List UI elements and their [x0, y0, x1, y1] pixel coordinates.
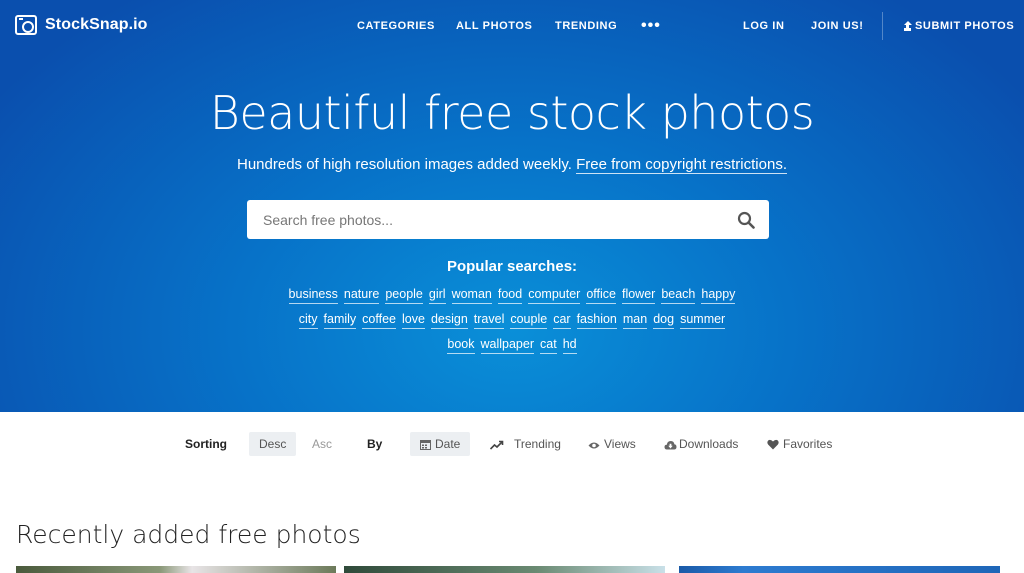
calendar-icon	[420, 440, 431, 450]
search-icon[interactable]	[737, 211, 755, 229]
sort-by-label: By	[367, 437, 383, 451]
nav-join[interactable]: JOIN US!	[811, 20, 863, 32]
nav-more-menu[interactable]: •••	[641, 17, 661, 35]
photo-thumbnail[interactable]	[16, 566, 336, 573]
nav-divider	[882, 12, 883, 40]
popular-tag-computer[interactable]: computer	[528, 287, 581, 304]
sort-trending-label: Trending	[514, 437, 561, 451]
sort-downloads-button[interactable]: Downloads	[654, 432, 748, 456]
sort-date-button[interactable]: Date	[410, 432, 471, 456]
camera-icon	[15, 15, 37, 35]
nav-categories[interactable]: CATEGORIES	[357, 20, 435, 32]
popular-tag-coffee[interactable]: coffee	[362, 312, 396, 329]
heart-icon	[767, 439, 779, 450]
photo-thumbnail[interactable]	[679, 566, 1000, 573]
upload-icon	[903, 21, 912, 30]
popular-tag-fashion[interactable]: fashion	[576, 312, 617, 329]
popular-tag-design[interactable]: design	[430, 312, 468, 329]
popular-tag-flower[interactable]: flower	[621, 287, 656, 304]
popular-tag-city[interactable]: city	[298, 312, 318, 329]
popular-tag-business[interactable]: business	[288, 287, 338, 304]
hero-subline: Hundreds of high resolution images added…	[0, 156, 1024, 174]
popular-tag-book[interactable]: book	[447, 337, 475, 354]
popular-tag-summer[interactable]: summer	[680, 312, 726, 329]
popular-tag-couple[interactable]: couple	[510, 312, 548, 329]
photo-thumbnail[interactable]	[344, 566, 665, 573]
popular-tag-girl[interactable]: girl	[428, 287, 446, 304]
nav-trending[interactable]: TRENDING	[555, 20, 617, 32]
sorting-bar: Sorting Desc Asc By Date Trending Views …	[0, 432, 1024, 456]
hero-banner: StockSnap.io CATEGORIES ALL PHOTOS TREND…	[0, 0, 1024, 412]
cloud-download-icon	[664, 441, 677, 450]
sort-desc-button[interactable]: Desc	[249, 432, 297, 456]
popular-tags-row-2: city family coffee love design travel couple ca…	[0, 312, 1024, 329]
sorting-label: Sorting	[185, 437, 227, 451]
eye-icon	[588, 442, 600, 449]
nav-submit-label: SUBMIT PHOTOS	[915, 20, 1015, 32]
popular-tag-dog[interactable]: dog	[653, 312, 675, 329]
nav-submit-photos[interactable]: SUBMIT PHOTOS	[903, 20, 1014, 32]
logo[interactable]: StockSnap.io	[15, 15, 148, 35]
popular-tags-row-1: business nature people girl woman food compute…	[0, 287, 1024, 304]
popular-tag-nature[interactable]: nature	[343, 287, 380, 304]
popular-tag-hd[interactable]: hd	[562, 337, 577, 354]
logo-text: StockSnap.io	[45, 16, 148, 33]
search-box	[247, 200, 769, 239]
page-headline: Beautiful free stock photos	[209, 86, 815, 140]
sort-downloads-label: Downloads	[679, 437, 739, 451]
popular-tag-food[interactable]: food	[497, 287, 523, 304]
popular-tag-woman[interactable]: woman	[451, 287, 492, 304]
sort-views-button[interactable]: Views	[578, 432, 646, 456]
copyright-link[interactable]: Free from copyright restrictions.	[576, 156, 787, 174]
popular-tag-car[interactable]: car	[553, 312, 571, 329]
trending-icon	[490, 440, 504, 450]
popular-tag-man[interactable]: man	[622, 312, 648, 329]
popular-tag-travel[interactable]: travel	[473, 312, 505, 329]
popular-tag-cat[interactable]: cat	[540, 337, 557, 354]
popular-tag-wallpaper[interactable]: wallpaper	[480, 337, 535, 354]
popular-tag-happy[interactable]: happy	[701, 287, 736, 304]
nav-login[interactable]: LOG IN	[743, 20, 785, 32]
sort-views-label: Views	[604, 437, 636, 451]
sort-favorites-button[interactable]: Favorites	[757, 432, 842, 456]
popular-tag-beach[interactable]: beach	[661, 287, 696, 304]
popular-tags-row-3: book wallpaper cat hd	[0, 337, 1024, 354]
sort-date-label: Date	[435, 437, 461, 451]
sort-asc-button[interactable]: Asc	[302, 432, 342, 456]
hero-sub-text: Hundreds of high resolution images added…	[237, 156, 572, 173]
nav-all-photos[interactable]: ALL PHOTOS	[456, 20, 533, 32]
popular-searches-title: Popular searches:	[446, 258, 578, 275]
search-input[interactable]	[247, 200, 707, 239]
popular-tag-love[interactable]: love	[402, 312, 425, 329]
section-title: Recently added free photos	[16, 520, 361, 549]
popular-tag-people[interactable]: people	[385, 287, 423, 304]
sort-trending-button[interactable]: Trending	[480, 432, 571, 456]
popular-tag-family[interactable]: family	[323, 312, 357, 329]
popular-tag-office[interactable]: office	[586, 287, 616, 304]
sort-favorites-label: Favorites	[783, 437, 833, 451]
